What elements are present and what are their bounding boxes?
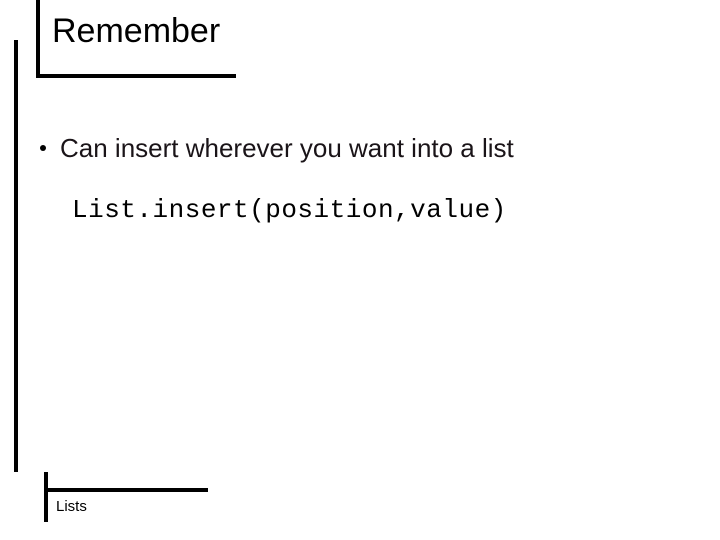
vertical-rule-left: [14, 40, 18, 472]
bullet-dot-icon: [40, 145, 46, 151]
footer-label: Lists: [56, 498, 87, 515]
slide-body: Can insert wherever you want into a list…: [40, 132, 690, 225]
bullet-text: Can insert wherever you want into a list: [60, 132, 514, 165]
footer-horizontal-rule: [44, 488, 208, 492]
slide-title: Remember: [52, 12, 220, 51]
code-snippet: List.insert(position,value): [72, 195, 690, 225]
footer-vertical-rule: [44, 472, 48, 522]
slide: Remember Can insert wherever you want in…: [0, 0, 720, 540]
title-vertical-rule: [36, 0, 40, 78]
title-horizontal-rule: [36, 74, 236, 78]
bullet-item: Can insert wherever you want into a list: [40, 132, 690, 165]
